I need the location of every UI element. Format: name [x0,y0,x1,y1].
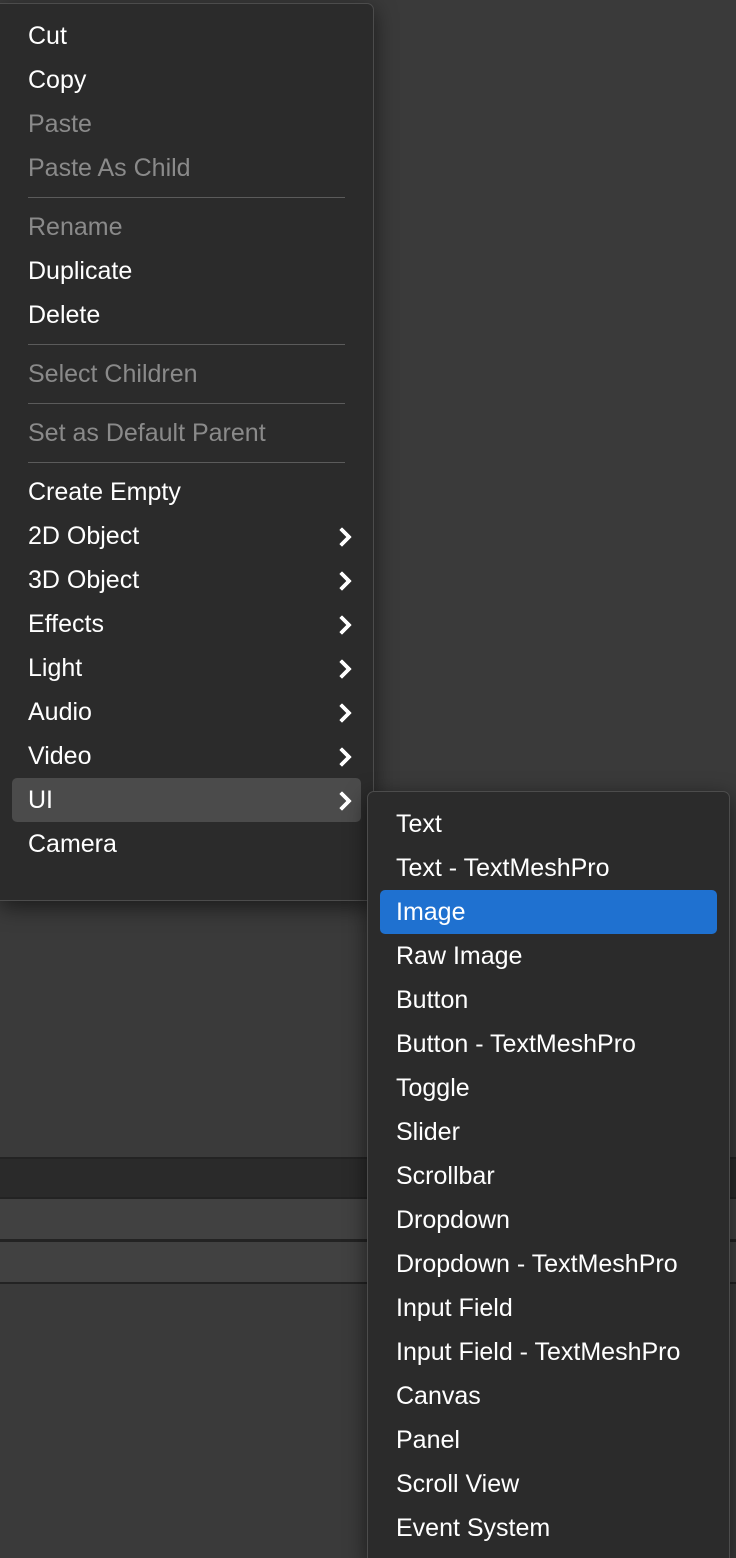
hierarchy-context-menu[interactable]: Cut Copy Paste Paste As Child Rename Duplicat… [0,3,374,901]
menu-item-label: Camera [28,830,117,858]
menu-item-label: Effects [28,610,104,638]
submenu-item-scrollbar[interactable]: Scrollbar [380,1154,717,1198]
chevron-right-icon [333,791,351,809]
menu-item-label: Paste As Child [28,154,191,182]
menu-item-3d-object[interactable]: 3D Object [12,558,361,602]
submenu-item-toggle[interactable]: Toggle [380,1066,717,1110]
menu-item-camera[interactable]: Camera [12,822,361,866]
submenu-item-label: Raw Image [396,942,523,970]
chevron-right-icon [333,527,351,545]
submenu-item-label: Toggle [396,1074,470,1102]
submenu-item-label: Button - TextMeshPro [396,1030,636,1058]
menu-item-audio[interactable]: Audio [12,690,361,734]
menu-item-paste: Paste [12,102,361,146]
submenu-item-label: Canvas [396,1382,481,1410]
submenu-item-panel[interactable]: Panel [380,1418,717,1462]
menu-item-duplicate[interactable]: Duplicate [12,249,361,293]
chevron-right-icon [333,703,351,721]
menu-item-copy[interactable]: Copy [12,58,361,102]
menu-item-label: Paste [28,110,92,138]
menu-item-set-as-default-parent: Set as Default Parent [12,411,361,455]
submenu-item-label: Scrollbar [396,1162,495,1190]
submenu-item-label: Input Field - TextMeshPro [396,1338,681,1366]
submenu-item-button[interactable]: Button [380,978,717,1022]
submenu-item-label: Scroll View [396,1470,520,1498]
submenu-item-label: Dropdown [396,1206,510,1234]
submenu-item-dropdown[interactable]: Dropdown [380,1198,717,1242]
chevron-right-icon [333,747,351,765]
chevron-right-icon [333,659,351,677]
menu-item-delete[interactable]: Delete [12,293,361,337]
submenu-item-scroll-view[interactable]: Scroll View [380,1462,717,1506]
screen-root: Cut Copy Paste Paste As Child Rename Duplicat… [0,0,736,1558]
menu-item-create-empty[interactable]: Create Empty [12,470,361,514]
submenu-item-input-field[interactable]: Input Field [380,1286,717,1330]
menu-item-label: 2D Object [28,522,140,550]
submenu-item-label: Slider [396,1118,460,1146]
menu-item-label: Set as Default Parent [28,419,266,447]
submenu-item-event-system[interactable]: Event System [380,1506,717,1550]
submenu-item-label: Button [396,986,469,1014]
menu-item-label: Light [28,654,83,682]
menu-item-separator [28,344,345,345]
menu-item-label: 3D Object [28,566,140,594]
menu-item-label: UI [28,786,53,814]
menu-item-label: Create Empty [28,478,181,506]
submenu-item-list: Text Text - TextMeshPro Image Raw Image Butt… [368,802,729,1550]
menu-item-video[interactable]: Video [12,734,361,778]
ui-submenu[interactable]: Text Text - TextMeshPro Image Raw Image Butt… [367,791,730,1558]
chevron-right-icon [333,571,351,589]
menu-item-label: Duplicate [28,257,133,285]
menu-item-label: Rename [28,213,123,241]
menu-item-ui[interactable]: UI [12,778,361,822]
submenu-item-text-textmeshpro[interactable]: Text - TextMeshPro [380,846,717,890]
submenu-item-button-textmeshpro[interactable]: Button - TextMeshPro [380,1022,717,1066]
menu-item-label: Video [28,742,92,770]
submenu-item-text[interactable]: Text [380,802,717,846]
menu-item-2d-object[interactable]: 2D Object [12,514,361,558]
menu-item-separator [28,462,345,463]
menu-item-effects[interactable]: Effects [12,602,361,646]
submenu-item-label: Input Field [396,1294,513,1322]
menu-item-select-children: Select Children [12,352,361,396]
submenu-item-label: Panel [396,1426,460,1454]
submenu-item-label: Text - TextMeshPro [396,854,610,882]
menu-item-light[interactable]: Light [12,646,361,690]
submenu-item-label: Dropdown - TextMeshPro [396,1250,678,1278]
menu-item-label: Delete [28,301,101,329]
submenu-item-label: Event System [396,1514,551,1542]
menu-item-rename: Rename [12,205,361,249]
menu-item-separator [28,403,345,404]
menu-item-label: Cut [28,22,67,50]
submenu-item-dropdown-textmeshpro[interactable]: Dropdown - TextMeshPro [380,1242,717,1286]
menu-item-label: Select Children [28,360,198,388]
submenu-item-slider[interactable]: Slider [380,1110,717,1154]
submenu-item-raw-image[interactable]: Raw Image [380,934,717,978]
menu-item-cut[interactable]: Cut [12,14,361,58]
submenu-item-image[interactable]: Image [380,890,717,934]
submenu-item-canvas[interactable]: Canvas [380,1374,717,1418]
chevron-right-icon [333,615,351,633]
menu-item-label: Audio [28,698,92,726]
submenu-item-input-field-textmeshpro[interactable]: Input Field - TextMeshPro [380,1330,717,1374]
context-menu-item-list: Cut Copy Paste Paste As Child Rename Duplicat… [0,14,373,866]
submenu-item-label: Text [396,810,442,838]
menu-item-paste-as-child: Paste As Child [12,146,361,190]
submenu-item-label: Image [396,898,466,926]
menu-item-separator [28,197,345,198]
menu-item-label: Copy [28,66,87,94]
